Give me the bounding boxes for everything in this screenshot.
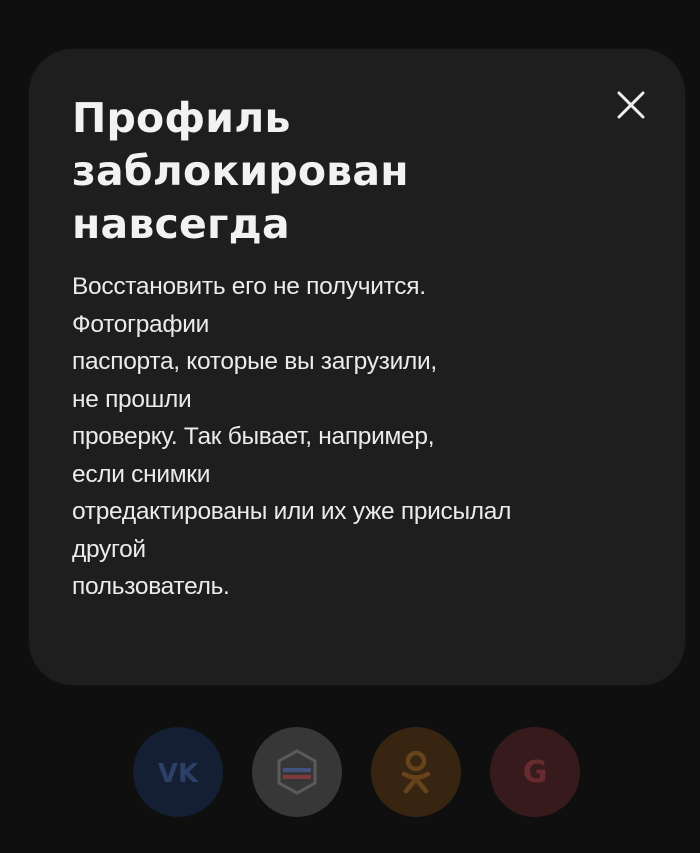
message-line: пользователь. [72,573,230,600]
message-line: не прошли [72,385,192,413]
close-icon [617,91,645,119]
title-line: заблокирован [72,147,409,195]
title-line: навсегда [72,200,290,248]
title-line: Профиль [72,94,291,142]
close-button[interactable] [607,81,655,129]
dialog-title: Профиль заблокирован навсегда [72,92,592,251]
message-line: проверку. Так бывает, например, [72,423,435,450]
message-line: Фотографии [72,310,210,338]
message-line: паспорта, которые вы загрузили, [72,348,437,375]
message-line: если снимки [72,460,211,488]
message-line: Восстановить его не получится. [72,273,426,300]
dialog-message: Восстановить его не получится. Фотографи… [72,268,672,606]
message-line: другой [72,535,146,563]
message-line: отредактированы или их уже присылал [72,498,512,525]
screen: VK G Профиль заблокирован навсегда Восст… [0,0,700,853]
